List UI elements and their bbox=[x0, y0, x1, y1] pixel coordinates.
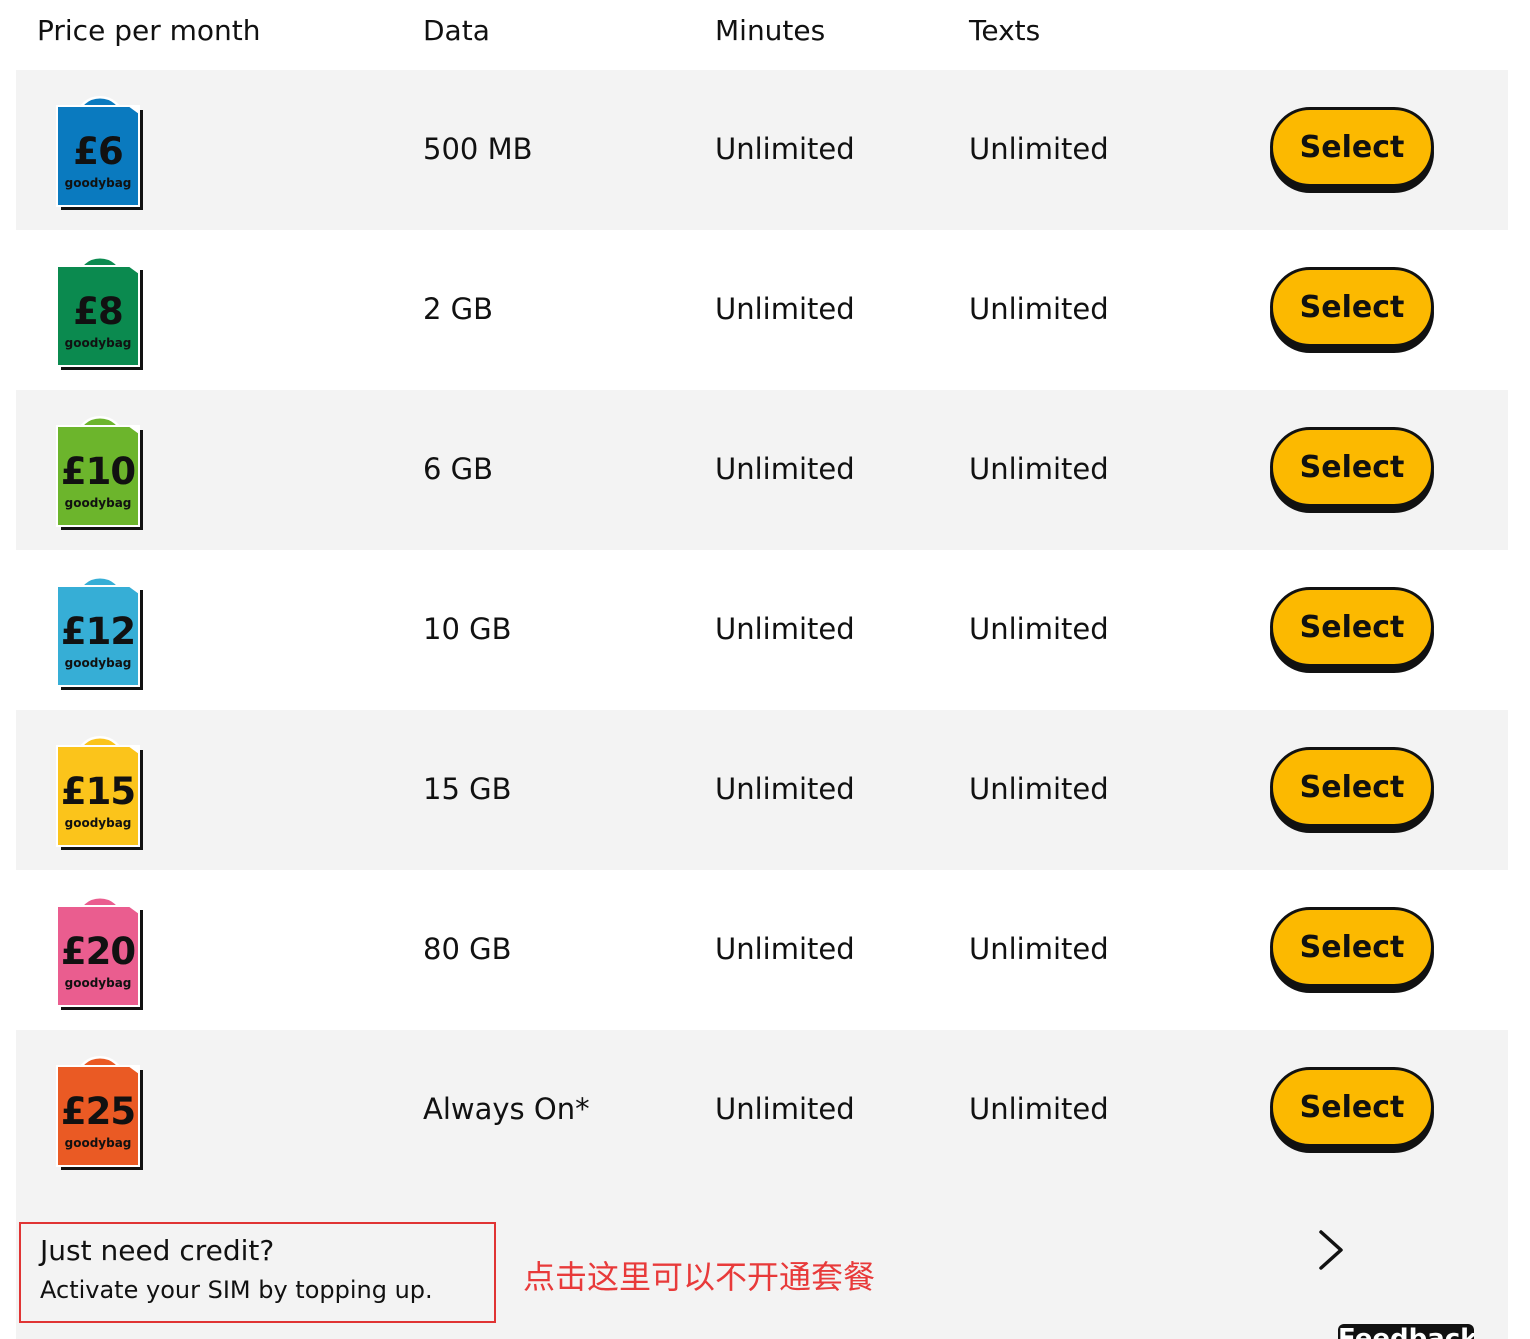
bag-brand-label: goodybag bbox=[64, 816, 132, 830]
goodybag-icon: £20 goodybag bbox=[56, 892, 143, 1010]
plan-minutes: Unlimited bbox=[715, 612, 855, 646]
bag-price-label: £15 bbox=[60, 770, 136, 813]
plan-minutes: Unlimited bbox=[715, 292, 855, 326]
plan-minutes: Unlimited bbox=[715, 932, 855, 966]
bag-brand-label: goodybag bbox=[64, 176, 132, 190]
bag-price-label: £8 bbox=[73, 290, 124, 333]
chevron-right-icon[interactable] bbox=[1311, 1228, 1351, 1272]
select-plan-button[interactable]: Select bbox=[1270, 587, 1434, 667]
plan-data: 6 GB bbox=[423, 452, 494, 486]
plan-texts: Unlimited bbox=[969, 132, 1109, 166]
plan-row: £25 goodybag Always On* Unlimited Unlimi… bbox=[16, 1030, 1508, 1190]
plan-row: £20 goodybag 80 GB Unlimited Unlimited S… bbox=[16, 870, 1508, 1030]
plan-row: £10 goodybag 6 GB Unlimited Unlimited Se… bbox=[16, 390, 1508, 550]
select-plan-button[interactable]: Select bbox=[1270, 427, 1434, 507]
select-plan-button[interactable]: Select bbox=[1270, 1067, 1434, 1147]
just-need-credit-link[interactable]: Just need credit? Activate your SIM by t… bbox=[19, 1222, 496, 1323]
plan-data: 2 GB bbox=[423, 292, 494, 326]
plan-data: 10 GB bbox=[423, 612, 512, 646]
bag-brand-label: goodybag bbox=[64, 496, 132, 510]
select-plan-button[interactable]: Select bbox=[1270, 107, 1434, 187]
header-data: Data bbox=[423, 14, 490, 47]
plan-texts: Unlimited bbox=[969, 292, 1109, 326]
goodybag-icon: £10 goodybag bbox=[56, 412, 143, 530]
annotation-note: 点击这里可以不开通套餐 bbox=[523, 1258, 876, 1296]
select-plan-button[interactable]: Select bbox=[1270, 747, 1434, 827]
credit-subtitle: Activate your SIM by topping up. bbox=[40, 1276, 433, 1304]
goodybag-icon: £6 goodybag bbox=[56, 92, 143, 210]
goodybag-icon: £15 goodybag bbox=[56, 732, 143, 850]
bag-price-label: £10 bbox=[60, 450, 136, 493]
plan-minutes: Unlimited bbox=[715, 452, 855, 486]
plan-data: 15 GB bbox=[423, 772, 512, 806]
plan-texts: Unlimited bbox=[969, 1092, 1109, 1126]
plan-data: Always On* bbox=[423, 1092, 590, 1126]
goodybag-icon: £12 goodybag bbox=[56, 572, 143, 690]
header-minutes: Minutes bbox=[715, 14, 826, 47]
header-price: Price per month bbox=[37, 14, 261, 47]
plan-minutes: Unlimited bbox=[715, 1092, 855, 1126]
plan-data: 500 MB bbox=[423, 132, 533, 166]
bag-brand-label: goodybag bbox=[64, 1136, 132, 1150]
table-header: Price per month Data Minutes Texts bbox=[16, 0, 1508, 70]
plan-data: 80 GB bbox=[423, 932, 512, 966]
bag-brand-label: goodybag bbox=[64, 976, 132, 990]
plan-texts: Unlimited bbox=[969, 452, 1109, 486]
bag-price-label: £25 bbox=[60, 1090, 136, 1133]
plan-row: £8 goodybag 2 GB Unlimited Unlimited Sel… bbox=[16, 230, 1508, 390]
select-plan-button[interactable]: Select bbox=[1270, 907, 1434, 987]
credit-title: Just need credit? bbox=[40, 1234, 275, 1267]
plan-texts: Unlimited bbox=[969, 612, 1109, 646]
select-plan-button[interactable]: Select bbox=[1270, 267, 1434, 347]
credit-section: Just need credit? Activate your SIM by t… bbox=[16, 1190, 1508, 1339]
plan-row: £15 goodybag 15 GB Unlimited Unlimited S… bbox=[16, 710, 1508, 870]
goodybag-icon: £8 goodybag bbox=[56, 252, 143, 370]
bag-price-label: £12 bbox=[60, 610, 136, 653]
plan-list: £6 goodybag 500 MB Unlimited Unlimited S… bbox=[16, 70, 1508, 1190]
bag-brand-label: goodybag bbox=[64, 656, 132, 670]
bag-price-label: £20 bbox=[60, 930, 136, 973]
plan-texts: Unlimited bbox=[969, 932, 1109, 966]
plan-row: £12 goodybag 10 GB Unlimited Unlimited S… bbox=[16, 550, 1508, 710]
goodybag-icon: £25 goodybag bbox=[56, 1052, 143, 1170]
header-texts: Texts bbox=[969, 14, 1041, 47]
feedback-tab[interactable]: Feedback bbox=[1338, 1324, 1474, 1339]
plan-row: £6 goodybag 500 MB Unlimited Unlimited S… bbox=[16, 70, 1508, 230]
bag-price-label: £6 bbox=[73, 130, 124, 173]
plan-texts: Unlimited bbox=[969, 772, 1109, 806]
plan-minutes: Unlimited bbox=[715, 772, 855, 806]
plan-minutes: Unlimited bbox=[715, 132, 855, 166]
bag-brand-label: goodybag bbox=[64, 336, 132, 350]
